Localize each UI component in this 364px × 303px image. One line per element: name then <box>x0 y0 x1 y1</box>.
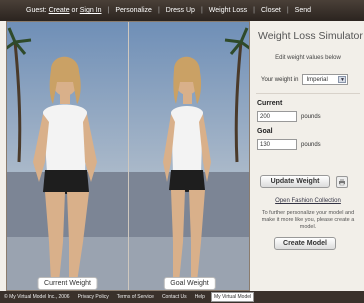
current-weight-panel: Current Weight <box>7 22 128 290</box>
current-weight-caption: Current Weight <box>37 277 98 290</box>
nav-dress-up[interactable]: Dress Up <box>166 7 195 14</box>
footer-help-link[interactable]: Help <box>195 294 205 300</box>
edit-instructions: Edit weight values below <box>275 55 341 61</box>
sign-in-link[interactable]: Sign In <box>80 7 102 14</box>
footer-privacy-link[interactable]: Privacy Policy <box>78 294 109 300</box>
unit-select[interactable]: Imperial ▼ <box>302 74 349 85</box>
brand-badge[interactable]: My Virtual Model <box>210 292 255 302</box>
current-model-scene <box>7 22 128 290</box>
create-model-blurb: To further personalize your model and ma… <box>261 210 355 230</box>
unit-label: Your weight in <box>261 76 299 83</box>
nav-closet[interactable]: Closet <box>261 7 281 14</box>
copyright: © My Virtual Model Inc., 2006 <box>4 294 70 300</box>
create-link[interactable]: Create <box>49 7 70 14</box>
footer-contact-link[interactable]: Contact Us <box>162 294 187 300</box>
goal-label: Goal <box>257 128 273 135</box>
print-icon[interactable] <box>336 175 348 188</box>
guest-label: Guest: <box>26 7 47 14</box>
current-weight-input[interactable]: 200 <box>257 111 297 122</box>
chevron-down-icon[interactable]: ▼ <box>338 76 347 83</box>
current-unit-label: pounds <box>301 113 321 120</box>
or-label: or <box>71 7 78 14</box>
top-nav: Guest: Create or Sign In | Personalize |… <box>0 0 364 21</box>
model-viewer: Current Weight Goal Weight <box>6 21 250 291</box>
current-label: Current <box>257 100 283 107</box>
create-model-button[interactable]: Create Model <box>274 237 336 250</box>
goal-model-scene <box>129 22 249 290</box>
update-weight-button[interactable]: Update Weight <box>260 175 330 188</box>
unit-row: Your weight in Imperial ▼ <box>261 74 364 85</box>
weight-loss-form: Weight Loss Simulator Edit weight values… <box>252 21 364 291</box>
nav-weight-loss[interactable]: Weight Loss <box>209 7 247 14</box>
unit-select-value: Imperial <box>306 76 328 83</box>
footer-terms-link[interactable]: Terms of Service <box>117 294 154 300</box>
simulator-title: Weight Loss Simulator <box>258 30 363 42</box>
nav-send[interactable]: Send <box>295 7 311 14</box>
footer: © My Virtual Model Inc., 2006 Privacy Po… <box>0 291 364 303</box>
goal-unit-label: pounds <box>301 141 321 148</box>
fashion-collection-link[interactable]: Open Fashion Collection <box>252 198 364 204</box>
goal-weight-panel: Goal Weight <box>129 22 249 290</box>
goal-weight-caption: Goal Weight <box>163 277 216 290</box>
goal-weight-input[interactable]: 130 <box>257 139 297 150</box>
nav-personalize[interactable]: Personalize <box>115 7 152 14</box>
